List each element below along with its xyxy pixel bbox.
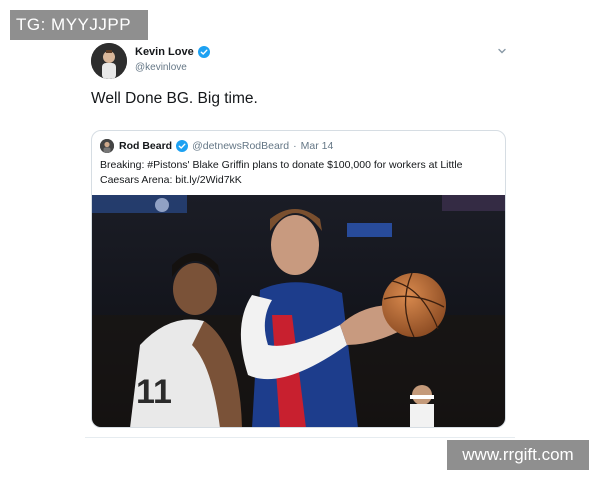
author-handle[interactable]: @kevinlove	[135, 62, 187, 73]
svg-text:11: 11	[136, 373, 172, 411]
quoted-author-handle[interactable]: @detnewsRodBeard	[192, 140, 289, 152]
author-name-text: Kevin Love	[135, 46, 194, 58]
verified-badge-icon	[197, 46, 210, 58]
quoted-author-avatar	[100, 139, 114, 153]
quoted-tweet-photo[interactable]: 11	[92, 195, 505, 428]
author-name[interactable]: Kevin Love	[135, 46, 210, 58]
avatar-image	[91, 43, 127, 79]
tweet-text: Well Done BG. Big time.	[91, 90, 258, 107]
quoted-tweet-text: Breaking: #Pistons' Blake Griffin plans …	[100, 159, 463, 186]
tweet-divider	[85, 437, 515, 438]
quoted-author-name[interactable]: Rod Beard	[119, 140, 172, 152]
watermark-bottom: www.rrgift.com	[447, 440, 589, 470]
watermark-top: TG: MYYJJPP	[10, 10, 148, 40]
verified-badge-icon	[176, 140, 189, 152]
quoted-tweet-date[interactable]: Mar 14	[301, 140, 334, 152]
quoted-avatar-image	[100, 139, 114, 153]
quoted-tweet-header: Rod Beard @detnewsRodBeard · Mar 14	[119, 140, 333, 152]
quoted-tweet-card[interactable]: Rod Beard @detnewsRodBeard · Mar 14 Brea…	[91, 130, 506, 428]
author-avatar[interactable]	[91, 43, 127, 79]
chevron-down-icon[interactable]	[496, 45, 508, 57]
header-separator: ·	[293, 140, 297, 152]
